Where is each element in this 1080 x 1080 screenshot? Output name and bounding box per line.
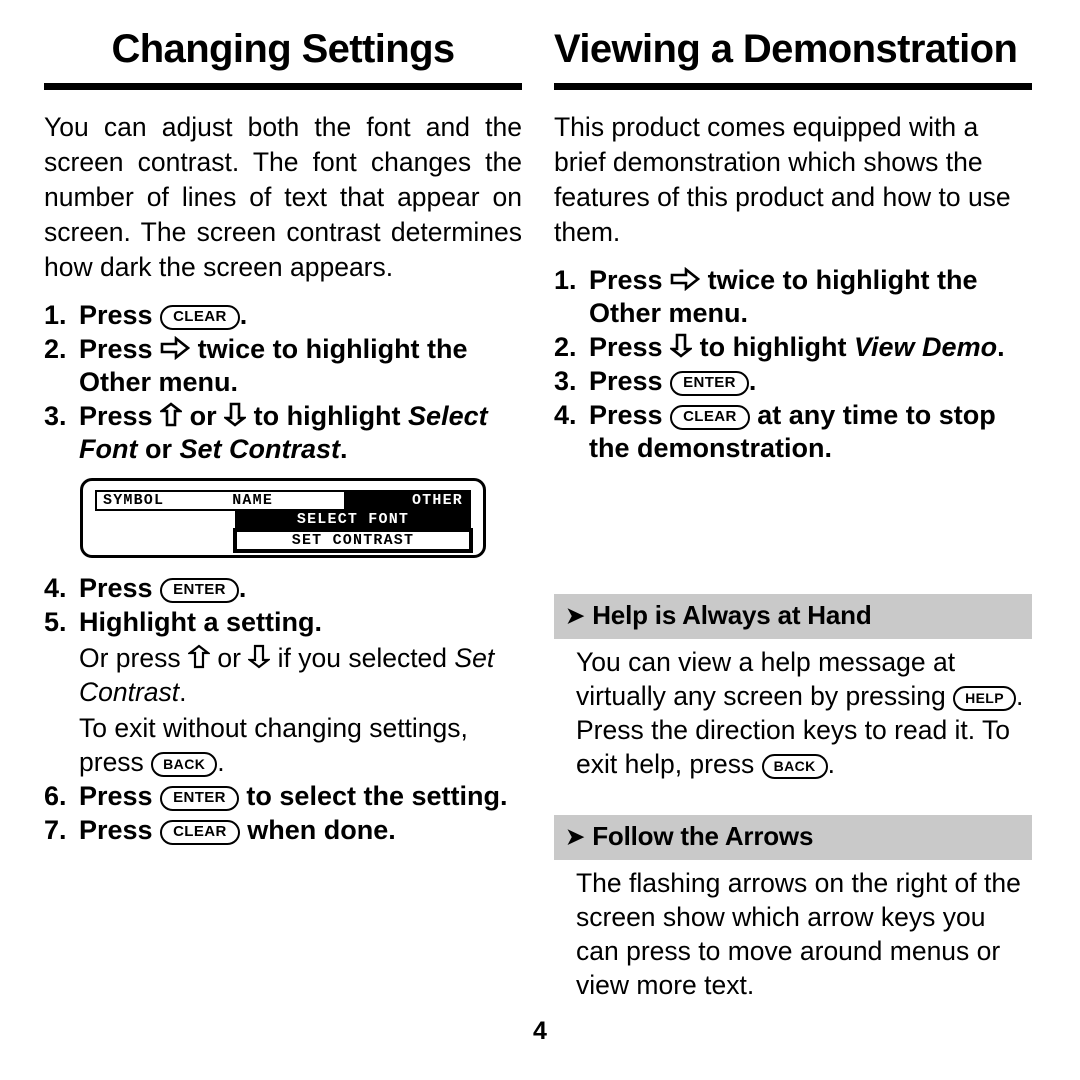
- step-text-press: Press: [79, 334, 161, 364]
- sub-punct: .: [179, 677, 187, 707]
- left-intro-paragraph: You can adjust both the font and the scr…: [44, 112, 522, 282]
- right-step-3: Press ENTER.: [554, 365, 1032, 398]
- tip-header-arrows: ➤ Follow the Arrows: [554, 815, 1032, 860]
- lcd-tab-symbol: SYMBOL: [103, 492, 165, 509]
- left-heading-rule: [44, 83, 522, 90]
- sub-text-or: or: [209, 643, 249, 673]
- lcd-menu-bar: SYMBOL NAME OTHER: [95, 490, 471, 511]
- right-step-4: Press CLEAR at any time to stop the demo…: [554, 399, 1032, 465]
- left-step-6: Press ENTER to select the setting.: [44, 780, 522, 813]
- clear-key-icon[interactable]: CLEAR: [160, 305, 240, 330]
- lcd-tab-other: OTHER: [343, 492, 469, 509]
- arrow-down-icon: [224, 402, 247, 427]
- back-key-icon[interactable]: BACK: [761, 754, 828, 779]
- tip-gap: [554, 781, 1032, 815]
- step-punct: .: [340, 434, 348, 464]
- step-text-rest: to highlight: [246, 401, 409, 431]
- arrow-right-icon: [670, 267, 701, 291]
- help-key-icon[interactable]: HELP: [953, 686, 1017, 711]
- step-punct: .: [239, 300, 248, 330]
- sub-text-exit: To exit without changing settings, press: [79, 713, 468, 777]
- step-text-press: Press: [589, 400, 671, 430]
- right-intro-paragraph: This product comes equipped with a brief…: [554, 112, 1011, 247]
- step-text-press: Press: [589, 265, 671, 295]
- lcd-inner: SYMBOL NAME OTHER SELECT FONT SET CONTRA…: [95, 490, 473, 553]
- left-step-3: Press or to highlight Select Font or Set…: [44, 400, 522, 466]
- arrow-down-icon: [670, 333, 693, 358]
- step-text-press: Press: [589, 366, 671, 396]
- step-punct: .: [748, 366, 757, 396]
- view-demo-label: View Demo: [854, 332, 998, 362]
- step-text-rest: to select the setting.: [238, 781, 508, 811]
- tip-title: Help is Always at Hand: [592, 600, 872, 630]
- step-text-press: Press: [79, 573, 161, 603]
- tip-text-pre: You can view a help message at virtually…: [576, 647, 956, 711]
- step-punct: .: [238, 573, 247, 603]
- tip-header-help: ➤ Help is Always at Hand: [554, 594, 1032, 639]
- set-contrast-label: Set Contrast: [179, 434, 341, 464]
- left-steps-list-continued: Press ENTER. Highlight a setting. Or pre…: [44, 572, 522, 847]
- left-step-5-substep-2: To exit without changing settings, press…: [79, 711, 522, 779]
- left-step-7: Press CLEAR when done.: [44, 814, 522, 847]
- lcd-screen-illustration: SYMBOL NAME OTHER SELECT FONT SET CONTRA…: [80, 478, 486, 558]
- tip-title: Follow the Arrows: [592, 821, 814, 851]
- lcd-item-set-contrast: SET CONTRAST: [233, 528, 473, 553]
- step-text-or2: or: [137, 434, 180, 464]
- enter-key-icon[interactable]: ENTER: [160, 578, 239, 603]
- left-step-4: Press ENTER.: [44, 572, 522, 605]
- enter-key-icon[interactable]: ENTER: [670, 371, 749, 396]
- sub-punct: .: [217, 747, 225, 777]
- left-step-1: Press CLEAR.: [44, 299, 522, 332]
- left-steps-list: Press CLEAR. Press twice to highlight th…: [44, 299, 522, 466]
- page-number: 4: [533, 1017, 547, 1045]
- lcd-tab-name: NAME: [232, 492, 274, 509]
- enter-key-icon[interactable]: ENTER: [160, 786, 239, 811]
- tip-follow-the-arrows: ➤ Follow the Arrows The flashing arrows o…: [554, 815, 1032, 1002]
- arrow-up-icon: [160, 402, 183, 427]
- arrow-down-icon: [248, 644, 271, 669]
- manual-page: Changing Settings You can adjust both th…: [0, 0, 1080, 1080]
- step-punct: .: [997, 332, 1005, 362]
- right-column: Viewing a Demonstration This product com…: [554, 28, 1032, 1002]
- step-text-press: Press: [589, 332, 671, 362]
- left-step-5-substep-1: Or press or if you selected Set Contrast…: [79, 641, 522, 709]
- right-heading: Viewing a Demonstration: [554, 27, 1018, 71]
- step-text-rest: to highlight: [692, 332, 855, 362]
- step-text-rest: when done.: [239, 815, 396, 845]
- step-text-highlight: Highlight a setting.: [79, 607, 322, 637]
- arrow-up-icon: [187, 644, 210, 669]
- right-steps-list: Press twice to highlight the Other menu.…: [554, 264, 1032, 465]
- left-column: Changing Settings You can adjust both th…: [44, 28, 522, 848]
- right-step-2: Press to highlight View Demo.: [554, 331, 1032, 364]
- step-text-press: Press: [79, 401, 161, 431]
- step-text-or: or: [182, 401, 225, 431]
- back-key-icon[interactable]: BACK: [151, 752, 218, 777]
- arrow-right-icon: [160, 336, 191, 360]
- clear-key-icon[interactable]: CLEAR: [670, 405, 750, 430]
- lcd-dropdown: SELECT FONT SET CONTRAST: [233, 509, 473, 553]
- sub-text-or-press: Or press: [79, 643, 188, 673]
- tip-punct: .: [827, 749, 836, 779]
- triangle-bullet-icon: ➤: [566, 603, 585, 628]
- step-text-press: Press: [79, 815, 161, 845]
- right-step-1: Press twice to highlight the Other menu.: [554, 264, 1032, 330]
- left-heading: Changing Settings: [111, 27, 455, 71]
- triangle-bullet-icon: ➤: [566, 824, 585, 849]
- sub-text-selected: if you selected: [270, 643, 455, 673]
- right-heading-rule: [554, 83, 1032, 90]
- tip-body-help: You can view a help message at virtually…: [554, 639, 1032, 781]
- clear-key-icon[interactable]: CLEAR: [160, 820, 240, 845]
- right-column-spacer: [554, 466, 1032, 594]
- left-step-2: Press twice to highlight the Other menu.: [44, 333, 522, 399]
- lcd-item-select-font: SELECT FONT: [235, 509, 471, 530]
- tip-help-is-always-at-hand: ➤ Help is Always at Hand You can view a h…: [554, 594, 1032, 781]
- left-step-5: Highlight a setting. Or press or if you …: [44, 606, 522, 779]
- tip-body-arrows: The flashing arrows on the right of the …: [576, 868, 1021, 1000]
- step-text-press: Press: [79, 781, 161, 811]
- step-text-press: Press: [79, 300, 161, 330]
- two-column-layout: Changing Settings You can adjust both th…: [44, 28, 1036, 1002]
